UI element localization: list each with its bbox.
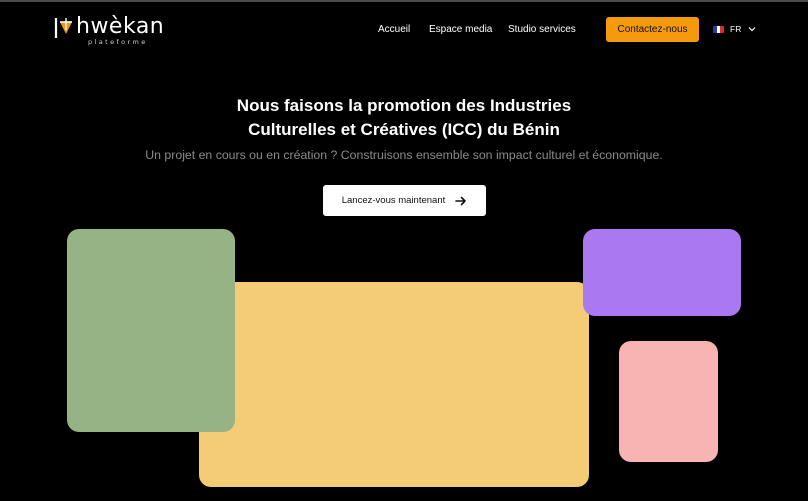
decorative-tile-pink	[619, 341, 718, 462]
chevron-down-icon	[748, 27, 756, 32]
language-selector[interactable]: FR	[713, 24, 756, 34]
decorative-tile-green	[67, 229, 235, 432]
cta-button-label: Lancez-vous maintenant	[341, 195, 446, 206]
landing-page: hwèkan plateforme Accueil Espace media S…	[0, 0, 808, 501]
hero-title-line-2: Culturelles et Créatives (ICC) du Bénin	[248, 120, 560, 139]
hero-subtitle: Un projet en cours ou en création ? Cons…	[145, 148, 663, 162]
language-label: FR	[730, 24, 742, 34]
nav-link-studio-services[interactable]: Studio services	[508, 24, 576, 35]
decorative-tile-yellow	[199, 282, 589, 487]
hero-title-line-1: Nous faisons la promotion des Industries	[236, 96, 572, 115]
hero-title: Nous faisons la promotion des Industries…	[0, 94, 808, 142]
site-logo[interactable]: hwèkan plateforme	[54, 14, 165, 48]
nav-link-accueil[interactable]: Accueil	[378, 24, 410, 35]
nav-link-espace-media[interactable]: Espace media	[429, 24, 492, 35]
cta-button[interactable]: Lancez-vous maintenant	[323, 185, 486, 216]
contact-button[interactable]: Contactez-nous	[606, 17, 699, 42]
logo-mark-icon	[54, 18, 72, 38]
flag-france-icon	[713, 25, 724, 33]
decorative-tile-purple	[583, 229, 741, 316]
logo-tagline: plateforme	[88, 38, 148, 46]
contact-button-label: Contactez-nous	[617, 24, 688, 35]
logo-name: hwèkan	[76, 14, 165, 39]
arrow-right-icon	[455, 196, 467, 205]
top-border	[0, 0, 808, 2]
